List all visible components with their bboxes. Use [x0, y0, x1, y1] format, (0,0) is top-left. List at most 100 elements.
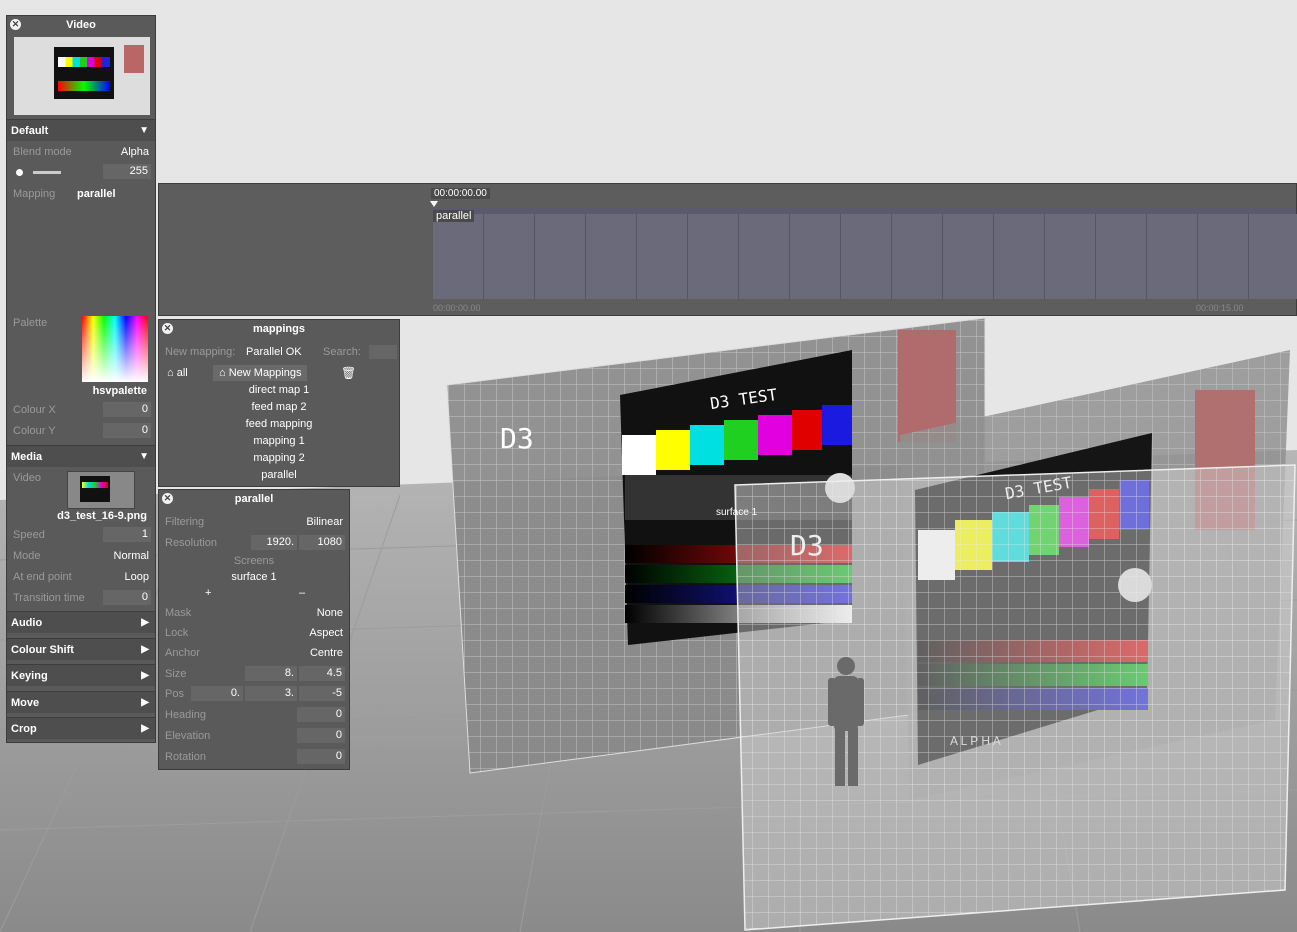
pos-y-field[interactable]: 3. — [245, 686, 297, 701]
d3-front-logo: D3 — [790, 529, 824, 562]
pos-label: Pos — [165, 688, 184, 700]
filtering-row[interactable]: Filtering Bilinear — [159, 512, 349, 532]
mode-label: Mode — [13, 550, 41, 562]
list-item[interactable]: feed map 2 — [159, 399, 399, 416]
filtering-value[interactable]: Bilinear — [306, 512, 343, 532]
mask-value[interactable]: None — [317, 603, 343, 623]
lock-row[interactable]: Lock Aspect — [159, 623, 349, 643]
heading-field[interactable]: 0 — [297, 707, 345, 722]
list-item[interactable]: direct map 1 — [159, 382, 399, 399]
clip-label[interactable]: parallel — [433, 210, 475, 222]
new-mapping-row[interactable]: New mapping: Parallel OK Search: — [159, 342, 399, 362]
screens-controls: + – — [159, 585, 349, 601]
chevron-right-icon: ▶ — [141, 697, 149, 708]
size-x-field[interactable]: 8. — [245, 666, 297, 681]
speed-label: Speed — [13, 529, 45, 541]
mask-row[interactable]: Mask None — [159, 603, 349, 623]
mode-value[interactable]: Normal — [114, 546, 149, 566]
end-point-row[interactable]: At end point Loop — [7, 567, 155, 587]
opacity-slider[interactable] — [33, 171, 61, 174]
palette-name: hsvpalette — [92, 385, 147, 397]
rotation-field[interactable]: 0 — [297, 749, 345, 764]
transition-row[interactable]: Transition time 0 — [7, 588, 155, 608]
all-button[interactable]: ⌂ all — [167, 363, 188, 383]
surface-label: surface 1 — [716, 507, 758, 518]
list-item[interactable]: parallel — [159, 467, 399, 484]
palette-swatch[interactable] — [82, 316, 148, 382]
end-point-value[interactable]: Loop — [125, 567, 149, 587]
size-row[interactable]: Size 8. 4.5 — [159, 664, 349, 684]
mapping-label: Mapping — [13, 188, 56, 200]
transition-label: Transition time — [13, 592, 85, 604]
blend-mode-row[interactable]: Blend mode Alpha — [7, 142, 155, 162]
media-thumbnail[interactable] — [67, 471, 135, 509]
resolution-width-field[interactable]: 1920. — [251, 535, 297, 550]
size-label: Size — [165, 668, 187, 680]
mode-row[interactable]: Mode Normal — [7, 546, 155, 566]
rotation-row[interactable]: Rotation 0 — [159, 747, 349, 767]
lock-value[interactable]: Aspect — [309, 623, 343, 643]
elevation-row[interactable]: Elevation 0 — [159, 726, 349, 746]
blend-mode-value[interactable]: Alpha — [121, 142, 149, 162]
list-item[interactable]: mapping 1 — [159, 433, 399, 450]
colour-y-row[interactable]: Colour Y 0 — [7, 421, 155, 441]
mapping-row[interactable]: Mapping parallel — [7, 184, 155, 204]
chevron-right-icon: ▶ — [141, 617, 149, 628]
bulb-icon — [16, 169, 23, 176]
mappings-panel-title: mappings — [253, 323, 305, 335]
chevron-right-icon: ▶ — [141, 644, 149, 655]
audio-section[interactable]: Audio ▶ — [7, 611, 155, 633]
opacity-row[interactable]: 255 — [7, 162, 155, 182]
transition-field[interactable]: 0 — [103, 590, 151, 605]
colour-x-field[interactable]: 0 — [103, 402, 151, 417]
resolution-height-field[interactable]: 1080 — [299, 535, 345, 550]
pos-z-field[interactable]: -5 — [299, 686, 345, 701]
speed-field[interactable]: 1 — [103, 527, 151, 542]
new-mappings-button[interactable]: ⌂ New Mappings — [213, 365, 308, 381]
timeline-track[interactable]: parallel — [433, 208, 1297, 299]
list-item[interactable]: mapping 2 — [159, 450, 399, 467]
colour-y-field[interactable]: 0 — [103, 423, 151, 438]
screens-label: Screens — [233, 555, 275, 567]
new-mapping-label: New mapping: — [165, 346, 236, 358]
anchor-row[interactable]: Anchor Centre — [159, 643, 349, 663]
screen-item[interactable]: surface 1 — [159, 569, 349, 585]
mapping-value[interactable]: parallel — [77, 184, 116, 204]
move-section[interactable]: Move ▶ — [7, 691, 155, 713]
search-input[interactable] — [369, 345, 397, 359]
keying-section[interactable]: Keying ▶ — [7, 664, 155, 686]
parallel-panel-title: parallel — [234, 493, 274, 505]
anchor-value[interactable]: Centre — [310, 643, 343, 663]
new-mapping-value[interactable]: Parallel OK — [246, 342, 302, 362]
timeline-panel[interactable]: 00:00:00.00 parallel 00:00:00.00 00:00:1… — [158, 183, 1297, 316]
elevation-field[interactable]: 0 — [297, 728, 345, 743]
palette-label: Palette — [13, 317, 48, 329]
chevron-down-icon: ▼ — [139, 125, 149, 136]
mappings-panel[interactable]: ✕ mappings New mapping: Parallel OK Sear… — [158, 319, 400, 487]
chevron-right-icon: ▶ — [141, 723, 149, 734]
d3-logo: D3 — [500, 422, 534, 455]
trash-icon[interactable]: 🗑 — [341, 363, 356, 383]
video-label: Video — [13, 472, 41, 484]
playhead[interactable] — [430, 201, 438, 207]
default-section[interactable]: Default ▼ — [7, 119, 155, 141]
pos-x-field[interactable]: 0. — [191, 686, 243, 701]
media-section[interactable]: Media ▼ — [7, 445, 155, 467]
video-panel[interactable]: ✕ Video Default ▼ Blend mode Alpha 255 Ma… — [6, 15, 156, 743]
resolution-row[interactable]: Resolution 1920. 1080 — [159, 533, 349, 553]
heading-label: Heading — [165, 709, 206, 721]
list-item[interactable]: feed mapping — [159, 416, 399, 433]
heading-row[interactable]: Heading 0 — [159, 705, 349, 725]
colour-x-row[interactable]: Colour X 0 — [7, 400, 155, 420]
crop-section[interactable]: Crop ▶ — [7, 717, 155, 739]
colour-shift-section[interactable]: Colour Shift ▶ — [7, 638, 155, 660]
opacity-field[interactable]: 255 — [103, 164, 151, 179]
parallel-panel[interactable]: ✕ parallel Filtering Bilinear Resolution… — [158, 489, 350, 770]
pos-row[interactable]: Pos 0. 3. -5 — [159, 684, 349, 704]
speed-row[interactable]: Speed 1 — [7, 525, 155, 545]
size-y-field[interactable]: 4.5 — [299, 666, 345, 681]
video-thumbnail[interactable] — [14, 37, 150, 115]
add-screen-button[interactable]: + — [205, 585, 211, 601]
surface-front[interactable]: surface 1 A L P H A D3 — [716, 464, 1296, 931]
remove-screen-button[interactable]: – — [299, 585, 305, 601]
